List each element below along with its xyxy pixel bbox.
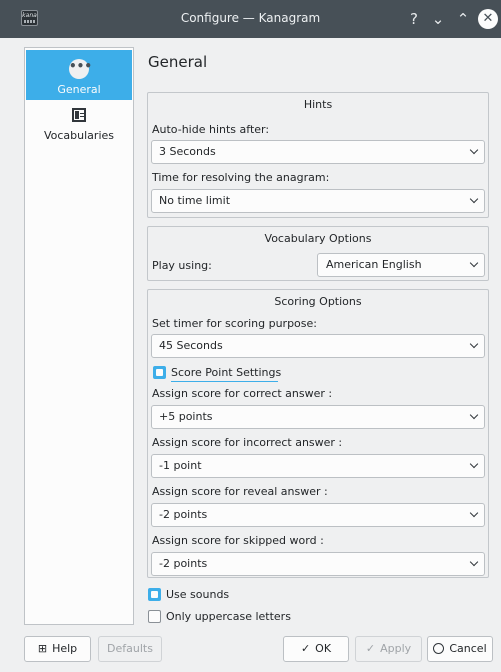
help-icon[interactable]: ? xyxy=(404,9,424,29)
sidebar-item-label: General xyxy=(57,83,101,96)
scoring-options-title: Scoring Options xyxy=(274,295,362,308)
use-sounds-checkbox[interactable] xyxy=(148,588,161,601)
apply-button[interactable]: ✓ Apply xyxy=(355,636,422,662)
hints-group-title: Hints xyxy=(303,98,333,111)
play-using-label: Play using: xyxy=(152,259,212,272)
hints-group: Hints Auto-hide hints after: 3 Seconds T… xyxy=(147,92,489,218)
resolve-time-value: No time limit xyxy=(159,194,231,207)
uppercase-checkbox[interactable] xyxy=(148,610,161,623)
score-point-settings-label[interactable]: Score Point Settings xyxy=(171,366,281,379)
ok-button-label: OK xyxy=(315,642,332,655)
defaults-button-label: Defaults xyxy=(107,642,153,655)
correct-answer-label: Assign score for correct answer : xyxy=(152,387,333,400)
more-dots-icon: ••• xyxy=(69,59,92,79)
reveal-answer-combo[interactable]: -2 points xyxy=(151,503,485,527)
scoring-timer-value: 45 Seconds xyxy=(159,339,223,352)
chevron-down-icon xyxy=(464,254,484,276)
sidebar-item-general[interactable]: ••• General xyxy=(26,50,132,100)
autohide-label: Auto-hide hints after: xyxy=(152,123,270,136)
sidebar-item-label: Vocabularies xyxy=(43,129,115,142)
close-icon[interactable]: ✕ xyxy=(478,9,498,29)
incorrect-answer-combo[interactable]: -1 point xyxy=(151,454,485,478)
sidebar: ••• General Vocabularies xyxy=(24,47,134,625)
help-book-icon: ⊞ xyxy=(37,642,48,655)
window-titlebar[interactable]: kana Configure — Kanagram ? ⌄ ⌃ ✕ xyxy=(0,0,501,38)
autohide-value: 3 Seconds xyxy=(159,145,216,158)
chevron-down-icon xyxy=(464,553,484,575)
checkmark-icon: ✓ xyxy=(365,642,376,655)
chevron-down-icon xyxy=(464,190,484,212)
chevron-down-icon xyxy=(464,455,484,477)
correct-answer-combo[interactable]: +5 points xyxy=(151,405,485,429)
ok-button[interactable]: ✓ OK xyxy=(283,636,349,662)
help-button-label: Help xyxy=(52,642,78,655)
resolve-time-label: Time for resolving the anagram: xyxy=(152,171,330,184)
chevron-down-icon xyxy=(464,141,484,163)
play-using-combo[interactable]: American English xyxy=(317,253,485,277)
checkmark-icon: ✓ xyxy=(300,642,311,655)
reveal-answer-label: Assign score for reveal answer : xyxy=(152,485,328,498)
skipped-word-combo[interactable]: -2 points xyxy=(151,552,485,576)
play-using-value: American English xyxy=(326,258,422,271)
sidebar-item-vocabularies[interactable]: Vocabularies xyxy=(26,102,132,152)
chevron-down-icon xyxy=(464,335,484,357)
vocabulary-options-title: Vocabulary Options xyxy=(264,232,372,245)
cancel-button-label: Cancel xyxy=(449,642,487,655)
apply-button-label: Apply xyxy=(380,642,412,655)
autohide-combo[interactable]: 3 Seconds xyxy=(151,140,485,164)
scoring-timer-combo[interactable]: 45 Seconds xyxy=(151,334,485,358)
chevron-down-icon xyxy=(464,406,484,428)
window-title: Configure — Kanagram xyxy=(180,11,321,25)
vocabulary-options-group: Vocabulary Options Play using: American … xyxy=(147,226,489,281)
incorrect-answer-value: -1 point xyxy=(159,459,202,472)
score-point-settings-checkbox[interactable] xyxy=(153,366,166,379)
focus-indicator xyxy=(171,381,278,382)
correct-answer-value: +5 points xyxy=(159,410,213,423)
maximize-icon[interactable]: ⌃ xyxy=(453,9,473,29)
reveal-answer-value: -2 points xyxy=(159,508,208,521)
page-title: General xyxy=(148,53,208,71)
skipped-word-value: -2 points xyxy=(159,557,208,570)
help-button[interactable]: ⊞ Help xyxy=(24,636,91,662)
scoring-options-group: Scoring Options Set timer for scoring pu… xyxy=(147,289,489,578)
skipped-word-label: Assign score for skipped word : xyxy=(152,534,324,547)
incorrect-answer-label: Assign score for incorrect answer : xyxy=(152,436,343,449)
minimize-icon[interactable]: ⌄ xyxy=(428,9,448,29)
chevron-down-icon xyxy=(464,504,484,526)
resolve-time-combo[interactable]: No time limit xyxy=(151,189,485,213)
cancel-icon xyxy=(433,643,445,654)
scoring-timer-label: Set timer for scoring purpose: xyxy=(152,317,317,330)
cancel-button[interactable]: Cancel xyxy=(427,636,493,662)
defaults-button[interactable]: Defaults xyxy=(98,636,162,662)
uppercase-label[interactable]: Only uppercase letters xyxy=(166,610,291,623)
vocabulary-list-icon xyxy=(72,108,86,122)
use-sounds-label[interactable]: Use sounds xyxy=(166,588,229,601)
